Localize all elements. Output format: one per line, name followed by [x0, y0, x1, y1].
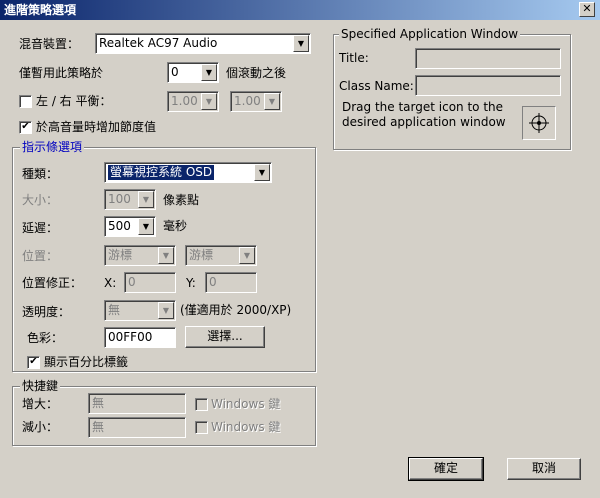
close-button[interactable]: ✕: [579, 2, 595, 17]
chevron-down-icon[interactable]: ▼: [201, 93, 217, 110]
disable-label: 僅暫用此策略於: [19, 66, 104, 80]
chevron-down-icon[interactable]: ▼: [293, 35, 309, 52]
x-offset-input[interactable]: 0: [124, 272, 176, 293]
mixer-value: Realtek AC97 Audio: [99, 36, 218, 50]
ok-button[interactable]: 確定: [408, 457, 484, 481]
mixer-label: 混音裝置：: [19, 37, 80, 51]
color-label: 色彩：: [27, 331, 64, 345]
color-input[interactable]: 00FF00: [104, 327, 176, 348]
hotkey-increase-input[interactable]: 無: [88, 393, 186, 414]
chevron-down-icon[interactable]: ▼: [158, 302, 174, 319]
position-y-value: 游標: [189, 248, 214, 262]
cancel-button[interactable]: 取消: [507, 458, 581, 480]
x-label: X:: [104, 276, 117, 290]
balance-left-select[interactable]: 1.00 ▼: [167, 91, 219, 112]
percent-label: 顯示百分比標籤: [44, 355, 129, 369]
balance-left-value: 1.00: [171, 94, 198, 108]
size-label: 大小：: [22, 193, 59, 207]
indicator-group-title: 指示條選項: [20, 140, 85, 154]
increase-label: 於高音量時增加節度值: [36, 120, 157, 134]
position-label: 位置：: [22, 249, 59, 263]
type-select[interactable]: 螢幕視控系統 OSD ▼: [104, 162, 272, 183]
title-bar: 進階策略選項 ✕: [0, 0, 600, 20]
chevron-down-icon[interactable]: ▼: [201, 64, 217, 81]
mixer-select[interactable]: Realtek AC97 Audio ▼: [95, 33, 311, 54]
type-label: 種類：: [22, 167, 59, 181]
hotkey-increase-label: 增大：: [22, 397, 59, 411]
hotkey-increase-win-label: Windows 鍵: [211, 397, 281, 411]
app-title-input[interactable]: [415, 48, 561, 69]
size-value: 100: [108, 192, 131, 206]
app-class-label: Class Name:: [339, 79, 414, 93]
chevron-down-icon[interactable]: ▼: [158, 247, 174, 264]
app-drag-instructions: Drag the target icon to the desired appl…: [342, 100, 506, 129]
chevron-down-icon[interactable]: ▼: [254, 164, 270, 181]
choose-color-button[interactable]: 選擇...: [185, 326, 265, 348]
hotkey-increase-win-checkbox[interactable]: [195, 398, 208, 411]
chevron-down-icon[interactable]: ▼: [239, 247, 255, 264]
position-y-select[interactable]: 游標 ▼: [185, 245, 257, 266]
delay-value: 500: [108, 219, 131, 233]
opacity-note: (僅適用於 2000/XP): [180, 303, 292, 317]
size-select[interactable]: 100 ▼: [104, 189, 156, 210]
opacity-label: 透明度：: [22, 305, 71, 319]
window-title: 進階策略選項: [4, 3, 77, 17]
balance-right-select[interactable]: 1.00 ▼: [230, 91, 282, 112]
hotkey-decrease-input[interactable]: 無: [88, 417, 186, 438]
disable-suffix: 個滾動之後: [226, 66, 287, 80]
opacity-value: 無: [108, 303, 121, 317]
balance-label: 左 / 右 平衡：: [36, 94, 112, 108]
crosshair-icon: [529, 113, 549, 133]
increase-checkbox[interactable]: ✔: [19, 121, 32, 134]
hotkeys-group-title: 快捷鍵: [20, 379, 61, 393]
hotkey-decrease-label: 減小：: [22, 420, 59, 434]
adjust-label: 位置修正：: [22, 276, 83, 290]
hotkey-decrease-win-checkbox[interactable]: [195, 421, 208, 434]
position-x-select[interactable]: 游標 ▼: [104, 245, 176, 266]
percent-checkbox[interactable]: ✔: [27, 356, 40, 369]
disable-count-select[interactable]: 0 ▼: [167, 62, 219, 83]
balance-right-value: 1.00: [234, 94, 261, 108]
app-window-group-title: Specified Application Window: [339, 27, 521, 41]
balance-checkbox[interactable]: [19, 95, 32, 108]
type-value: 螢幕視控系統 OSD: [108, 165, 215, 180]
app-class-input[interactable]: [415, 75, 561, 96]
chevron-down-icon[interactable]: ▼: [138, 191, 154, 208]
y-label: Y:: [186, 276, 196, 290]
position-x-value: 游標: [108, 248, 133, 262]
y-offset-input[interactable]: 0: [205, 272, 257, 293]
chevron-down-icon[interactable]: ▼: [138, 218, 154, 235]
delay-label: 延遲：: [22, 221, 59, 235]
target-icon[interactable]: [522, 106, 556, 140]
delay-unit: 毫秒: [163, 219, 188, 233]
disable-count-value: 0: [171, 65, 179, 79]
close-icon: ✕: [582, 2, 592, 15]
opacity-select[interactable]: 無 ▼: [104, 300, 176, 321]
hotkey-decrease-win-label: Windows 鍵: [211, 420, 281, 434]
size-unit: 像素點: [163, 193, 200, 207]
delay-select[interactable]: 500 ▼: [104, 216, 156, 237]
chevron-down-icon[interactable]: ▼: [264, 93, 280, 110]
app-title-label: Title:: [339, 51, 369, 65]
